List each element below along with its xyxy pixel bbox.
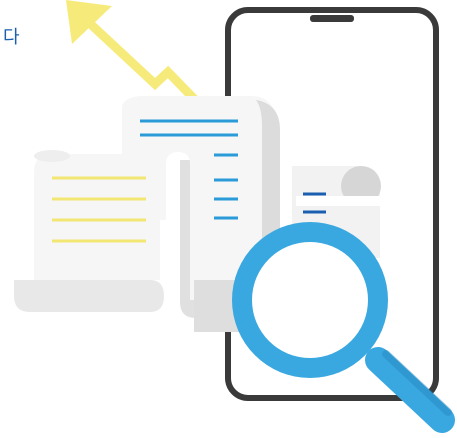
illustration: 다 xyxy=(0,0,457,438)
phone-speaker-notch xyxy=(310,15,354,22)
trend-arrow-icon xyxy=(66,0,207,112)
back-panel-band xyxy=(296,196,384,206)
report-search-illustration xyxy=(14,0,455,433)
